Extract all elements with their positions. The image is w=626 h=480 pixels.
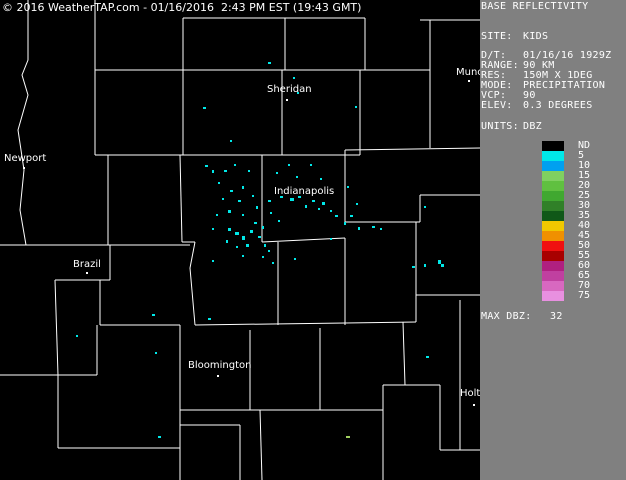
elev-label: ELEV: <box>481 100 513 111</box>
legend-swatch-30 <box>542 201 564 211</box>
product-title: BASE REFLECTIVITY <box>481 1 589 12</box>
units-label: UNITS: <box>481 121 519 132</box>
legend-swatch-55 <box>542 251 564 261</box>
holton-marker <box>473 404 475 406</box>
copyright-timestamp: © 2016 WeatherTAP.com - 01/16/2016 2:43 … <box>2 1 362 14</box>
legend-swatch-10 <box>542 161 564 171</box>
newport-marker <box>23 167 25 169</box>
legend-swatch-75 <box>542 291 564 301</box>
legend-swatch-15 <box>542 171 564 181</box>
city-label-brazil: Brazil <box>73 259 101 270</box>
units-value: DBZ <box>523 121 542 132</box>
legend-swatch-20 <box>542 181 564 191</box>
city-label-indianapolis: Indianapolis <box>274 186 334 197</box>
legend-label-75: 75 <box>578 290 591 301</box>
bloomington-marker <box>217 375 219 377</box>
muncie-marker <box>468 80 470 82</box>
site-value: KIDS <box>523 31 549 42</box>
max-dbz-value: 32 <box>550 311 563 322</box>
elev-value: 0.3 DEGREES <box>523 100 593 111</box>
city-label-newport: Newport <box>4 153 46 164</box>
legend-swatch-65 <box>542 271 564 281</box>
legend-swatch-50 <box>542 241 564 251</box>
legend-swatch-nd <box>542 141 564 151</box>
city-label-holton: Holt <box>460 388 480 399</box>
city-label-muncie: Munc <box>456 67 480 78</box>
legend-swatch-40 <box>542 221 564 231</box>
legend-swatch-35 <box>542 211 564 221</box>
legend-swatch-5 <box>542 151 564 161</box>
legend-swatch-60 <box>542 261 564 271</box>
radar-map: Sheridan Munc Newport Indianapolis Brazi… <box>0 0 480 480</box>
legend-swatch-45 <box>542 231 564 241</box>
info-panel: BASE REFLECTIVITY SITE: KIDS D/T: 01/16/… <box>480 0 626 480</box>
city-label-sheridan: Sheridan <box>267 84 312 95</box>
legend-swatch-25 <box>542 191 564 201</box>
max-dbz-label: MAX DBZ: <box>481 311 532 322</box>
brazil-marker <box>86 272 88 274</box>
legend-swatch-70 <box>542 281 564 291</box>
city-label-bloomington: Bloomington <box>188 360 251 371</box>
sheridan-marker <box>286 99 288 101</box>
site-label: SITE: <box>481 31 513 42</box>
